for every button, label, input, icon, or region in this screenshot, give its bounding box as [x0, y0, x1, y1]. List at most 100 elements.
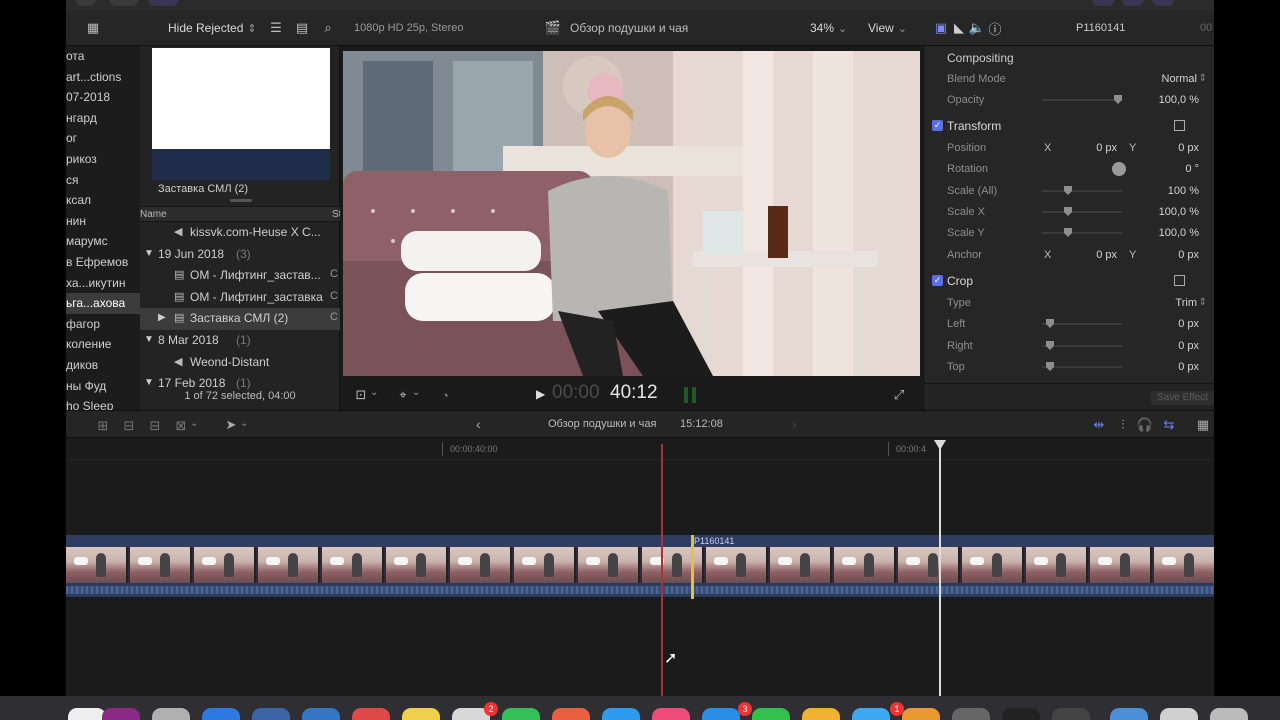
- audio-inspector-icon[interactable]: 🔈: [968, 19, 986, 37]
- library-item[interactable]: ксал: [66, 190, 140, 211]
- fullscreen-icon[interactable]: ⤢: [890, 386, 908, 404]
- timeline[interactable]: 00:00:40:00 00:00:4 P1160141 ➚: [66, 438, 1214, 696]
- info-icon[interactable]: ⓘ: [986, 19, 1004, 37]
- scale-x-slider[interactable]: [1042, 207, 1122, 216]
- crop-right-value[interactable]: 0 px: [1178, 340, 1199, 352]
- rotation-dial[interactable]: [1112, 162, 1126, 176]
- siri-icon[interactable]: [102, 708, 140, 720]
- library-icon[interactable]: ▦: [84, 19, 102, 37]
- filmstrip-icon[interactable]: ▤: [293, 19, 311, 37]
- crop-left-slider-knob[interactable]: [1046, 319, 1054, 328]
- event-group-row[interactable]: ▼ 8 Mar 2018 (1): [140, 330, 340, 352]
- position-y-value[interactable]: 0 px: [1178, 142, 1199, 154]
- photos-icon[interactable]: [552, 708, 590, 720]
- video-frame[interactable]: [343, 51, 920, 376]
- forward-button[interactable]: ›: [792, 416, 797, 432]
- zoom-popup[interactable]: 34%: [810, 21, 834, 35]
- safari-icon[interactable]: [202, 708, 240, 720]
- scale-all-slider[interactable]: [1042, 186, 1122, 195]
- library-item[interactable]: ота: [66, 46, 140, 67]
- headphones-icon[interactable]: 🎧: [1136, 416, 1154, 434]
- blend-mode-popup[interactable]: Normal: [1162, 73, 1197, 85]
- emoji-icon[interactable]: [802, 708, 840, 720]
- whatsapp-icon[interactable]: [752, 708, 790, 720]
- trash-icon[interactable]: [1210, 708, 1248, 720]
- disclosure-triangle-icon[interactable]: ▼: [144, 334, 154, 345]
- notes-icon[interactable]: [402, 708, 440, 720]
- appstore-icon[interactable]: [702, 708, 740, 720]
- skype-icon[interactable]: [602, 708, 640, 720]
- crop-right-slider[interactable]: [1042, 341, 1122, 350]
- video-inspector-icon[interactable]: ▣: [932, 19, 950, 37]
- anchor-x-value[interactable]: 0 px: [1096, 249, 1117, 261]
- select-tool-icon[interactable]: ➤: [222, 416, 240, 434]
- crop-top-value[interactable]: 0 px: [1178, 361, 1199, 373]
- crop-top-slider-knob[interactable]: [1046, 362, 1054, 371]
- append-clip-icon[interactable]: ⊟: [146, 417, 164, 435]
- transform-onscreen-icon[interactable]: [1174, 120, 1185, 131]
- settings-icon[interactable]: [952, 708, 990, 720]
- opacity-slider-knob[interactable]: [1114, 95, 1122, 104]
- event-group-row[interactable]: ▼ 19 Jun 2018 (3): [140, 244, 340, 266]
- library-item[interactable]: ho Sleep: [66, 396, 140, 410]
- crop-top-slider[interactable]: [1042, 362, 1122, 371]
- save-effect-button[interactable]: Save Effect: [1151, 391, 1214, 405]
- pages-icon[interactable]: [902, 708, 940, 720]
- library-item[interactable]: нин: [66, 211, 140, 232]
- scroll-handle[interactable]: [230, 199, 252, 202]
- clip-title-bar[interactable]: [66, 535, 1214, 547]
- library-item[interactable]: нгард: [66, 108, 140, 129]
- skimmer[interactable]: [661, 444, 663, 696]
- library-item[interactable]: марумс: [66, 231, 140, 252]
- back-button[interactable]: ‹: [476, 416, 481, 432]
- snapping-icon[interactable]: ⇆: [1160, 416, 1178, 434]
- calendar-icon[interactable]: [352, 708, 390, 720]
- audio-skimming-icon[interactable]: ⫶: [1114, 416, 1132, 434]
- playhead[interactable]: [939, 444, 941, 696]
- library-item[interactable]: 07-2018: [66, 87, 140, 108]
- insert-clip-icon[interactable]: ⊟: [120, 417, 138, 435]
- transform-checkbox[interactable]: ✓: [932, 120, 943, 131]
- timecode[interactable]: 40:12: [610, 382, 658, 404]
- crop-type-popup[interactable]: Trim: [1175, 297, 1197, 309]
- audio-waveform[interactable]: [66, 583, 1214, 597]
- transform-tool-icon[interactable]: ⌖: [394, 386, 412, 404]
- opacity-value[interactable]: 100,0 %: [1159, 94, 1199, 106]
- clip-row[interactable]: ▤ ОМ - Лифтинг_застав... C: [140, 265, 340, 287]
- disclosure-triangle-icon[interactable]: ▼: [144, 248, 154, 259]
- opacity-slider[interactable]: [1042, 95, 1122, 104]
- library-item[interactable]: ог: [66, 128, 140, 149]
- scale-y-slider-knob[interactable]: [1064, 228, 1072, 237]
- clip-row[interactable]: ▤ ОМ - Лифтинг_заставка C: [140, 287, 340, 309]
- timeline-ruler[interactable]: 00:00:40:00 00:00:4: [66, 438, 1214, 460]
- crop-left-value[interactable]: 0 px: [1178, 318, 1199, 330]
- clip-row[interactable]: ◀ Weond-Distant: [140, 352, 340, 374]
- library-item[interactable]: коление: [66, 334, 140, 355]
- speed-icon[interactable]: ◔: [436, 386, 454, 404]
- telegram-icon[interactable]: [852, 708, 890, 720]
- disclosure-triangle-icon[interactable]: ▶: [158, 312, 166, 323]
- name-column-header[interactable]: Name: [140, 209, 167, 220]
- scale-all-value[interactable]: 100 %: [1168, 185, 1199, 197]
- clip-appearance-icon[interactable]: ☰: [267, 19, 285, 37]
- mail-icon[interactable]: [302, 708, 340, 720]
- folder-icon[interactable]: [1110, 708, 1148, 720]
- play-button[interactable]: ▶: [536, 387, 545, 401]
- crop-checkbox[interactable]: ✓: [932, 275, 943, 286]
- finder-icon[interactable]: [68, 708, 106, 720]
- crop-left-slider[interactable]: [1042, 319, 1122, 328]
- video-filmstrip[interactable]: [66, 547, 1214, 583]
- library-item[interactable]: ся: [66, 170, 140, 191]
- library-item[interactable]: ьга...ахова: [66, 293, 140, 314]
- rotation-value[interactable]: 0 °: [1185, 163, 1199, 175]
- timeline-index-icon[interactable]: ▦: [1194, 416, 1212, 434]
- launchpad-icon[interactable]: [152, 708, 190, 720]
- downloads-icon[interactable]: [1160, 708, 1198, 720]
- library-item[interactable]: диков: [66, 355, 140, 376]
- clip-thumbnail[interactable]: [152, 48, 330, 180]
- anchor-y-value[interactable]: 0 px: [1178, 249, 1199, 261]
- clip-row[interactable]: ▶ ▤ Заставка СМЛ (2) C: [140, 308, 340, 330]
- library-item[interactable]: в Ефремов: [66, 252, 140, 273]
- scale-y-value[interactable]: 100,0 %: [1159, 227, 1199, 239]
- crop-right-slider-knob[interactable]: [1046, 341, 1054, 350]
